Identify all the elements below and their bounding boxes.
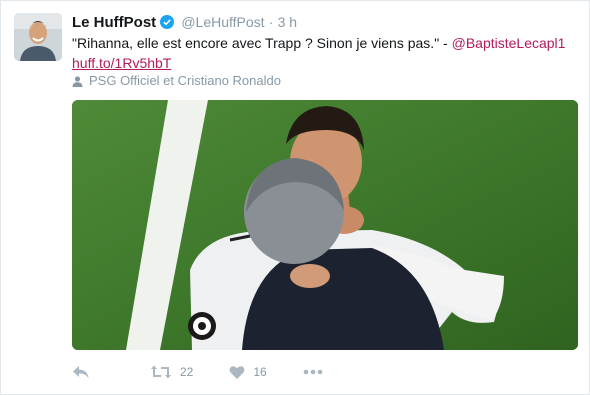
mention-link[interactable]: @BaptisteLecapl1: [452, 35, 566, 51]
timestamp[interactable]: 3 h: [278, 14, 297, 30]
retweet-button[interactable]: 22: [150, 364, 193, 380]
person-icon: [72, 75, 83, 87]
tweet-card: Le HuffPost @LeHuffPost · 3 h "Rihanna, …: [0, 0, 590, 395]
more-button[interactable]: [303, 369, 323, 375]
heart-icon: [229, 365, 245, 379]
avatar[interactable]: [14, 13, 62, 61]
like-button[interactable]: 16: [229, 365, 267, 380]
tweet-body: "Rihanna, elle est encore avec Trapp ? S…: [72, 35, 452, 51]
like-count: 16: [253, 365, 267, 379]
tweet-header: Le HuffPost @LeHuffPost · 3 h: [72, 12, 297, 33]
author-name[interactable]: Le HuffPost: [72, 14, 156, 31]
tweet-text: "Rihanna, elle est encore avec Trapp ? S…: [72, 33, 582, 73]
author-handle[interactable]: @LeHuffPost: [181, 14, 264, 30]
tweet-url[interactable]: huff.to/1Rv5hbT: [72, 55, 171, 71]
reply-button[interactable]: [72, 364, 90, 380]
reply-icon: [73, 366, 89, 378]
verified-badge-icon: [160, 15, 175, 29]
more-icon: [303, 369, 323, 375]
tweet-photo[interactable]: [72, 100, 578, 350]
tweet-actions: 22 16: [72, 361, 323, 383]
tagged-label: PSG Officiel et Cristiano Ronaldo: [89, 73, 281, 88]
tagged-people[interactable]: PSG Officiel et Cristiano Ronaldo: [72, 73, 281, 89]
separator: ·: [268, 14, 274, 30]
retweet-icon: [151, 365, 171, 379]
retweet-count: 22: [180, 365, 194, 379]
